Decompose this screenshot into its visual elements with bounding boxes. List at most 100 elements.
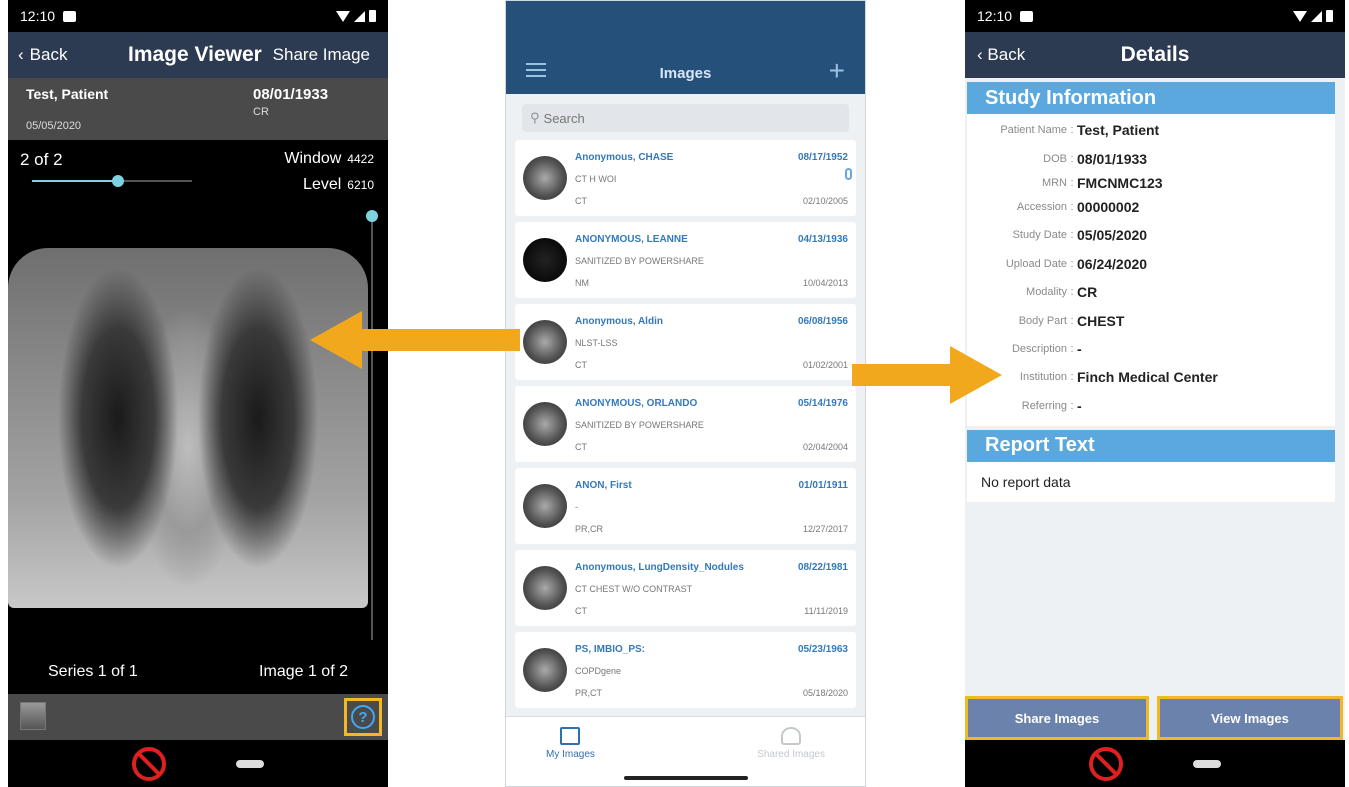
- image-canvas[interactable]: 2 of 2 Window 4422 Level 6210: [8, 140, 388, 695]
- field-value: 05/05/2020: [1077, 227, 1148, 244]
- share-image-button[interactable]: Share Image: [273, 45, 370, 65]
- field-value: Finch Medical Center: [1077, 369, 1218, 386]
- series-thumbnail[interactable]: [20, 702, 46, 730]
- report-text: No report data: [967, 461, 1335, 502]
- list-item[interactable]: Anonymous, LungDensity_Nodules 08/22/198…: [515, 550, 856, 626]
- field-label: Body Part: [1018, 314, 1067, 327]
- block-icon[interactable]: [132, 746, 166, 781]
- image-list: Anonymous, CHASE 08/17/1952 CT H WOI CT …: [506, 140, 865, 708]
- vertical-slider-handle[interactable]: [366, 210, 378, 222]
- tab-shared-images-label: Shared Images: [757, 749, 825, 760]
- thumbnail-bar: ?: [8, 694, 388, 740]
- row-modality: CT: [575, 442, 587, 452]
- plus-icon[interactable]: +: [829, 55, 845, 87]
- help-button[interactable]: ?: [344, 698, 382, 736]
- field-row: MRN: FMCNMC123: [967, 173, 1335, 193]
- row-date: 11/11/2019: [804, 606, 848, 616]
- search-bar[interactable]: ⚲: [522, 104, 849, 132]
- row-name: ANONYMOUS, ORLANDO: [575, 398, 698, 409]
- details-body: Study Information Patient Name: Test, Pat…: [965, 78, 1345, 740]
- system-nav-bar: [965, 740, 1345, 787]
- row-dob: 08/17/1952: [797, 152, 848, 163]
- row-name: Anonymous, CHASE: [575, 152, 674, 163]
- status-time: 12:10: [977, 8, 1013, 24]
- viewer-footer: Series 1 of 1 Image 1 of 2: [8, 650, 388, 694]
- view-images-button[interactable]: View Images: [1157, 696, 1343, 740]
- row-description: COPDgene: [575, 666, 622, 676]
- level-value: 6210: [347, 178, 374, 192]
- window-value: 4422: [347, 152, 374, 166]
- image-slider[interactable]: [32, 175, 192, 187]
- image-slider-handle[interactable]: [112, 175, 124, 187]
- details-nav-bar: ‹ Back Details: [965, 32, 1345, 78]
- row-date: 02/04/2004: [802, 442, 848, 452]
- page-title: Details: [1120, 43, 1190, 66]
- block-icon[interactable]: [1089, 746, 1123, 781]
- field-value: 06/24/2020: [1077, 255, 1148, 272]
- list-item[interactable]: Anonymous, CHASE 08/17/1952 CT H WOI CT …: [515, 140, 856, 216]
- home-pill[interactable]: [1193, 759, 1221, 768]
- row-date: 02/10/2005: [802, 196, 848, 206]
- search-icon: ⚲: [530, 110, 540, 125]
- field-row: Institution: Finch Medical Center: [967, 363, 1335, 391]
- field-value: 08/01/1933: [1077, 150, 1148, 167]
- list-item[interactable]: PS, IMBIO_PS: 05/23/1963 COPDgene PR,CT …: [515, 632, 856, 708]
- row-date: 12/27/2017: [802, 524, 848, 534]
- chest-xray-image: [8, 248, 368, 608]
- back-button[interactable]: ‹ Back: [18, 45, 67, 65]
- row-name: Anonymous, LungDensity_Nodules: [575, 562, 744, 573]
- study-thumbnail: [523, 320, 567, 364]
- home-pill[interactable]: [236, 759, 264, 768]
- wifi-icon: [1293, 10, 1307, 22]
- status-bar: 12:10: [8, 0, 388, 32]
- study-info-header: Study Information: [967, 82, 1335, 114]
- study-date: 05/05/2020: [26, 120, 82, 132]
- window-label: Window: [284, 150, 342, 167]
- image-viewer-screen: 12:10 ‹ Back Image Viewer Share Image Te…: [8, 0, 388, 787]
- study-thumbnail: [523, 156, 567, 200]
- field-row: Body Part: CHEST: [967, 306, 1335, 334]
- list-item[interactable]: ANON, First 01/01/1911 - PR,CR 12/27/201…: [515, 468, 856, 544]
- back-chevron-icon: ‹: [18, 45, 24, 64]
- image-slider-fill: [32, 180, 118, 182]
- series-label: Series 1 of 1: [48, 663, 138, 680]
- viewer-nav-bar: ‹ Back Image Viewer Share Image: [8, 32, 388, 78]
- system-nav-bar: [8, 740, 388, 787]
- right-arrow-shape: [852, 346, 1002, 404]
- tab-my-images[interactable]: My Images: [546, 727, 595, 760]
- battery-icon: [1326, 10, 1333, 22]
- list-item[interactable]: ANONYMOUS, ORLANDO 05/14/1976 SANITIZED …: [515, 386, 856, 462]
- tab-shared-images[interactable]: Shared Images: [757, 727, 825, 760]
- help-icon: ?: [351, 705, 375, 729]
- tab-my-images-label: My Images: [546, 749, 595, 760]
- field-value: -: [1077, 340, 1082, 357]
- row-modality: PR,CT: [575, 688, 602, 698]
- field-value: 00000002: [1077, 198, 1140, 215]
- home-indicator: [623, 776, 748, 780]
- list-item[interactable]: ANONYMOUS, LEANNE 04/13/1936 SANITIZED B…: [515, 222, 856, 298]
- field-row: Description: -: [967, 335, 1335, 363]
- share-images-button[interactable]: Share Images: [965, 696, 1149, 740]
- field-row: DOB:08/01/1933: [967, 144, 1335, 172]
- row-description: CT CHEST W/O CONTRAST: [575, 584, 693, 594]
- field-value: CR: [1077, 284, 1098, 301]
- field-row: Patient Name: Test, Patient: [967, 116, 1335, 144]
- study-thumbnail: [523, 238, 567, 282]
- image-label: Image 1 of 2: [259, 663, 348, 680]
- paperclip-icon: [845, 168, 852, 180]
- row-modality: CT: [575, 360, 587, 370]
- arrow-to-details: [852, 346, 1002, 404]
- status-time: 12:10: [20, 8, 56, 24]
- list-item[interactable]: Anonymous, Aldin 06/08/1956 NLST-LSS CT …: [515, 304, 856, 380]
- shared-images-icon: [781, 727, 802, 745]
- status-bar: 12:10: [965, 0, 1345, 32]
- row-name: ANON, First: [575, 480, 632, 491]
- row-name: PS, IMBIO_PS:: [575, 644, 646, 655]
- search-input[interactable]: [543, 110, 824, 126]
- row-dob: 06/08/1956: [797, 316, 848, 327]
- row-name: ANONYMOUS, LEANNE: [575, 234, 688, 245]
- row-date: 05/18/2020: [802, 688, 848, 698]
- details-screen: 12:10 ‹ Back Details Study Information P…: [965, 0, 1345, 787]
- vertical-slider[interactable]: [366, 210, 378, 640]
- field-row: Referring: -: [967, 392, 1335, 420]
